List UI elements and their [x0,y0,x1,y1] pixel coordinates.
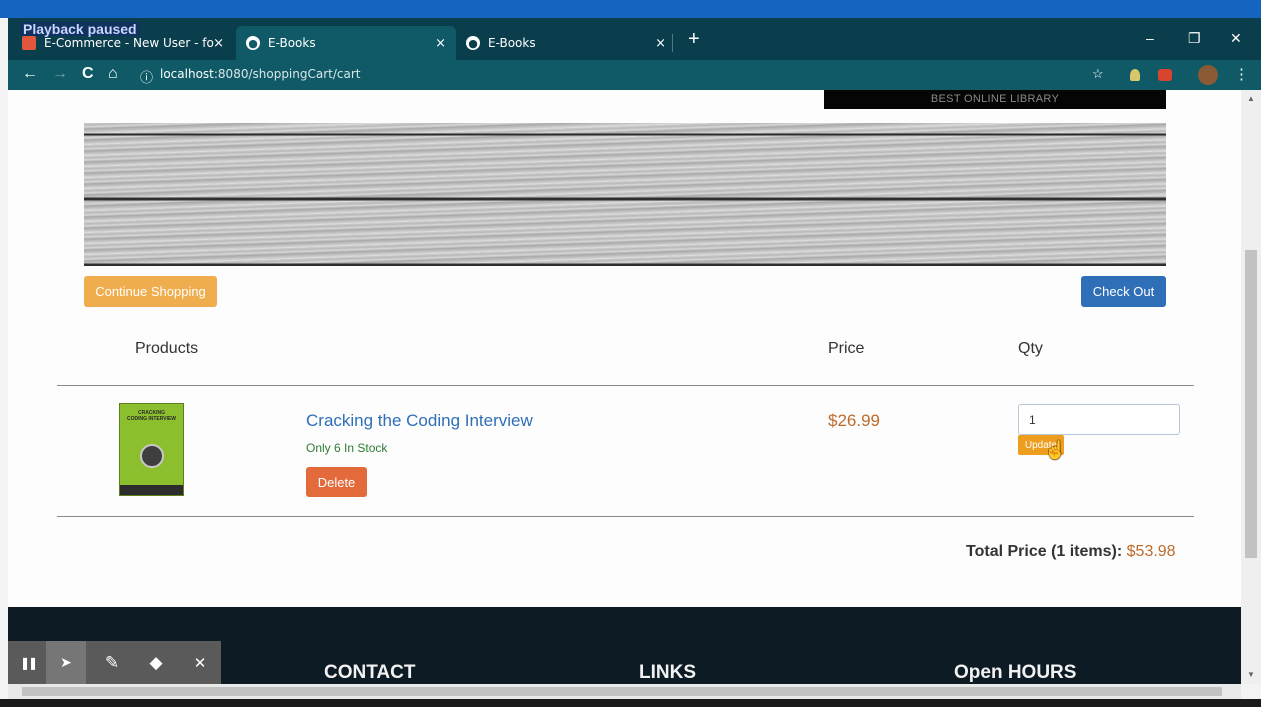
url-host: localhost [160,67,214,81]
hand-cursor-icon: ☝ [1044,440,1067,460]
total-amount: $53.98 [1126,543,1176,560]
price-header: Price [828,340,865,357]
continue-shopping-button[interactable]: Continue Shopping [84,276,217,307]
extension-icon[interactable] [1130,69,1140,81]
tab-title: E-Books [268,36,316,50]
info-icon[interactable]: ⓘ [140,67,153,86]
cover-clock-graphic [140,444,164,468]
tab-close-icon[interactable]: × [213,36,224,51]
tab-ebooks-1[interactable]: ● E-Books × [236,26,456,60]
footer-hours-heading: Open HOURS [954,662,1077,683]
reload-icon[interactable]: C [82,65,94,83]
pause-icon[interactable]: ❚❚ [8,641,48,684]
url-field[interactable]: localhost:8080/shoppingCart/cart [160,67,361,81]
page-content: BEST ONLINE LIBRARY Continue Shopping Ch… [8,90,1241,607]
library-banner: BEST ONLINE LIBRARY [824,90,1166,109]
recorder-toolbar: ❚❚ ➤ ✎ ◆ ✕ [8,641,221,684]
products-header: Products [135,340,199,357]
quantity-input[interactable] [1018,404,1180,435]
vertical-scrollbar[interactable]: ▲ ▼ [1241,90,1261,684]
tab-separator [672,34,673,52]
tab-close-icon[interactable]: × [435,36,446,51]
forward-icon[interactable]: → [52,65,68,83]
url-path: :8080/shoppingCart/cart [213,67,361,81]
globe-icon: ● [466,36,480,50]
stock-status: Only 6 In Stock [306,441,388,455]
new-tab-button[interactable]: + [688,28,700,51]
pointer-icon[interactable]: ➤ [46,641,86,684]
tab-bar: E-Commerce - New User - foysal × ● E-Boo… [8,18,1261,60]
divider [57,385,1194,386]
minimize-icon[interactable]: – [1146,30,1154,46]
scroll-down-icon[interactable]: ▼ [1247,670,1255,679]
footer-links-heading: LINKS [639,662,696,683]
mail-icon [22,36,36,50]
cover-subtitle-text: CODING INTERVIEW [126,416,177,422]
qty-header: Qty [1018,340,1043,357]
tab-title: E-Books [488,36,536,50]
eraser-icon[interactable]: ◆ [136,641,176,684]
horizontal-scrollbar[interactable] [8,684,1241,699]
cover-footer [120,485,183,495]
footer-contact-heading: CONTACT [324,662,416,683]
title-strip [0,0,1261,18]
tab-title: E-Commerce - New User - foysal [44,36,214,50]
tab-close-icon[interactable]: × [655,36,666,51]
wood-banner-image [84,123,1166,266]
scroll-thumb[interactable] [1245,250,1257,558]
delete-button[interactable]: Delete [306,467,367,497]
globe-icon: ● [246,36,260,50]
scroll-up-icon[interactable]: ▲ [1247,94,1255,103]
tab-ebooks-2[interactable]: ● E-Books × [456,26,676,60]
total-price: Total Price (1 items): $53.98 [966,543,1176,561]
bottom-edge [0,699,1261,707]
profile-avatar[interactable] [1198,65,1218,85]
product-title-link[interactable]: Cracking the Coding Interview [306,411,533,431]
screen: E-Commerce - New User - foysal × ● E-Boo… [0,0,1261,707]
horizontal-scroll-thumb[interactable] [22,687,1222,696]
total-label: Total Price (1 items): [966,543,1123,560]
divider [57,516,1194,517]
extension-icon[interactable] [1158,69,1172,81]
menu-icon[interactable]: ⋮ [1234,65,1249,83]
maximize-icon[interactable]: ❐ [1188,30,1201,47]
address-bar: ← → C ⌂ ⓘ localhost:8080/shoppingCart/ca… [8,60,1261,90]
playback-status: Playback paused [20,22,140,36]
checkout-button[interactable]: Check Out [1081,276,1166,307]
product-price: $26.99 [828,411,880,430]
home-icon[interactable]: ⌂ [108,65,118,83]
window-close-icon[interactable]: ✕ [1230,30,1242,47]
bookmark-star-icon[interactable]: ☆ [1092,66,1104,82]
close-icon[interactable]: ✕ [180,641,220,684]
cover-title: CRACKING CODING INTERVIEW [120,410,183,422]
book-cover-image[interactable]: CRACKING CODING INTERVIEW [119,403,184,496]
back-icon[interactable]: ← [22,65,38,83]
pen-icon[interactable]: ✎ [92,641,132,684]
